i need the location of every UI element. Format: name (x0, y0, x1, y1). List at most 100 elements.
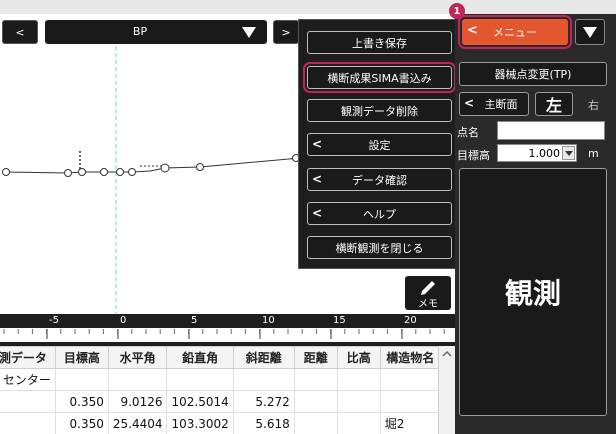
survey-point[interactable] (196, 163, 204, 171)
survey-point[interactable] (116, 168, 124, 176)
chevron-left-icon: < (467, 23, 478, 38)
table-cell: 103.3002 (166, 412, 234, 434)
column-header[interactable]: 水平角 (107, 346, 168, 369)
table-row[interactable]: : センター (0, 368, 441, 391)
menu-button[interactable]: < メニュー (458, 15, 572, 49)
menu-item-delete-observation[interactable]: 観測データ削除 (307, 99, 452, 122)
chevron-left-icon: < (15, 25, 25, 39)
table-cell (293, 368, 338, 391)
table-cell (0, 390, 56, 413)
menu-item-label: 横断観測を閉じる (335, 241, 424, 255)
ruler-tick-label: 0 (120, 315, 127, 326)
right-side-label[interactable]: 右 (588, 97, 599, 113)
memo-button[interactable]: メモ (405, 276, 451, 310)
survey-point[interactable] (100, 168, 108, 176)
dropdown-menu: 上書き保存 横断成果SIMA書込み 観測データ削除 < 設定 < データ確認 <… (298, 19, 458, 269)
survey-point[interactable] (128, 168, 136, 176)
table-cell (54, 368, 109, 391)
survey-point[interactable] (2, 168, 10, 176)
ruler-tick-label: 5 (191, 315, 198, 326)
table-cell (379, 390, 441, 413)
ruler-tick-label: -5 (49, 315, 59, 326)
observe-button[interactable]: 観測 (459, 168, 607, 416)
ruler-tick-label: 15 (333, 315, 346, 326)
observe-label: 観測 (504, 277, 561, 310)
main-section-label: 主断面 (484, 98, 518, 111)
menu-item-label: データ確認 (352, 173, 407, 187)
station-select[interactable]: BP (45, 20, 267, 44)
table-cell (0, 412, 56, 434)
menu-item-help[interactable]: < ヘルプ (307, 202, 452, 225)
station-value: BP (132, 25, 148, 38)
target-height-unit: m (588, 147, 599, 160)
chevron-left-icon: < (312, 206, 323, 220)
menu-item-label: 上書き保存 (352, 36, 407, 50)
column-header[interactable]: 斜距離 (232, 346, 295, 369)
survey-point[interactable] (64, 169, 72, 177)
chevron-left-icon: < (312, 137, 323, 151)
chevron-left-icon: < (464, 96, 475, 110)
chevron-left-icon: < (312, 172, 323, 186)
ruler-scale (0, 328, 455, 342)
next-station-button[interactable]: > (273, 20, 299, 44)
column-header[interactable]: 測データ (0, 346, 56, 369)
column-header[interactable]: 距離 (293, 346, 338, 369)
survey-point[interactable] (160, 163, 170, 173)
table-cell (336, 390, 381, 413)
pencil-icon (421, 281, 435, 295)
observation-table: 測データ 目標高 水平角 鉛直角 斜距離 距離 比高 構造物名 : センター 0… (0, 346, 441, 434)
survey-point[interactable] (78, 168, 86, 176)
table-cell: 5.272 (232, 390, 295, 413)
table-row[interactable]: 0.350 9.0126 102.5014 5.272 (0, 390, 441, 413)
menu-item-close-cross-section[interactable]: 横断観測を閉じる (307, 236, 452, 259)
target-height-value: 1.000 (528, 147, 561, 160)
previous-station-button[interactable]: < (2, 20, 38, 44)
left-side-button[interactable]: 左 (535, 92, 573, 116)
scroll-up-icon[interactable] (439, 347, 455, 361)
menu-item-overwrite-save[interactable]: 上書き保存 (307, 31, 452, 54)
step-callout: 1 (449, 3, 465, 19)
menu-item-label: 横断成果SIMA書込み (327, 71, 432, 85)
app-window: < BP > メモ -5 0 5 10 15 20 測データ 目標高 水平角 鉛… (0, 0, 616, 434)
change-instrument-button[interactable]: 器械点変更(TP) (459, 62, 607, 86)
table-cell (232, 368, 295, 391)
ruler-ticks (3, 329, 445, 339)
chevron-down-icon (242, 27, 256, 38)
table-cell: 25.4404 (107, 412, 168, 434)
main-section-button[interactable]: < 主断面 (459, 92, 529, 116)
column-header[interactable]: 目標高 (54, 346, 109, 369)
target-height-label: 目標高 (457, 149, 490, 162)
table-cell: 9.0126 (107, 390, 168, 413)
table-cell (336, 368, 381, 391)
menu-toggle-button[interactable] (575, 19, 605, 45)
menu-button-label: メニュー (493, 26, 537, 39)
column-header[interactable]: 比高 (336, 346, 381, 369)
ruler-tick-label: 10 (262, 315, 275, 326)
table-cell: 102.5014 (166, 390, 234, 413)
menu-item-label: ヘルプ (363, 207, 396, 221)
target-height-select[interactable]: 1.000 (497, 144, 577, 162)
top-strip (0, 0, 616, 14)
chevron-down-icon (583, 27, 597, 38)
table-cell (336, 412, 381, 434)
menu-item-data-check[interactable]: < データ確認 (307, 168, 452, 191)
table-cell (293, 412, 338, 434)
table-cell: 5.618 (232, 412, 295, 434)
ruler-tick-label: 20 (404, 315, 417, 326)
table-scrollbar[interactable] (438, 346, 455, 434)
table-cell: 0.350 (54, 390, 109, 413)
table-cell (379, 368, 441, 391)
point-name-input[interactable] (497, 121, 605, 140)
table-cell (166, 368, 234, 391)
table-header-row: 測データ 目標高 水平角 鉛直角 斜距離 距離 比高 構造物名 (0, 346, 441, 369)
menu-item-settings[interactable]: < 設定 (307, 133, 452, 156)
observation-table-container: 測データ 目標高 水平角 鉛直角 斜距離 距離 比高 構造物名 : センター 0… (0, 346, 455, 434)
distance-ruler: -5 0 5 10 15 20 (0, 314, 455, 346)
chevron-right-icon: > (281, 25, 291, 39)
menu-item-write-sima[interactable]: 横断成果SIMA書込み (303, 62, 456, 93)
table-row[interactable]: 0.350 25.4404 103.3002 5.618 堀2 (0, 412, 441, 434)
column-header[interactable]: 鉛直角 (166, 346, 234, 369)
column-header[interactable]: 構造物名 (379, 346, 441, 369)
table-cell (107, 368, 168, 391)
table-cell: 0.350 (54, 412, 109, 434)
